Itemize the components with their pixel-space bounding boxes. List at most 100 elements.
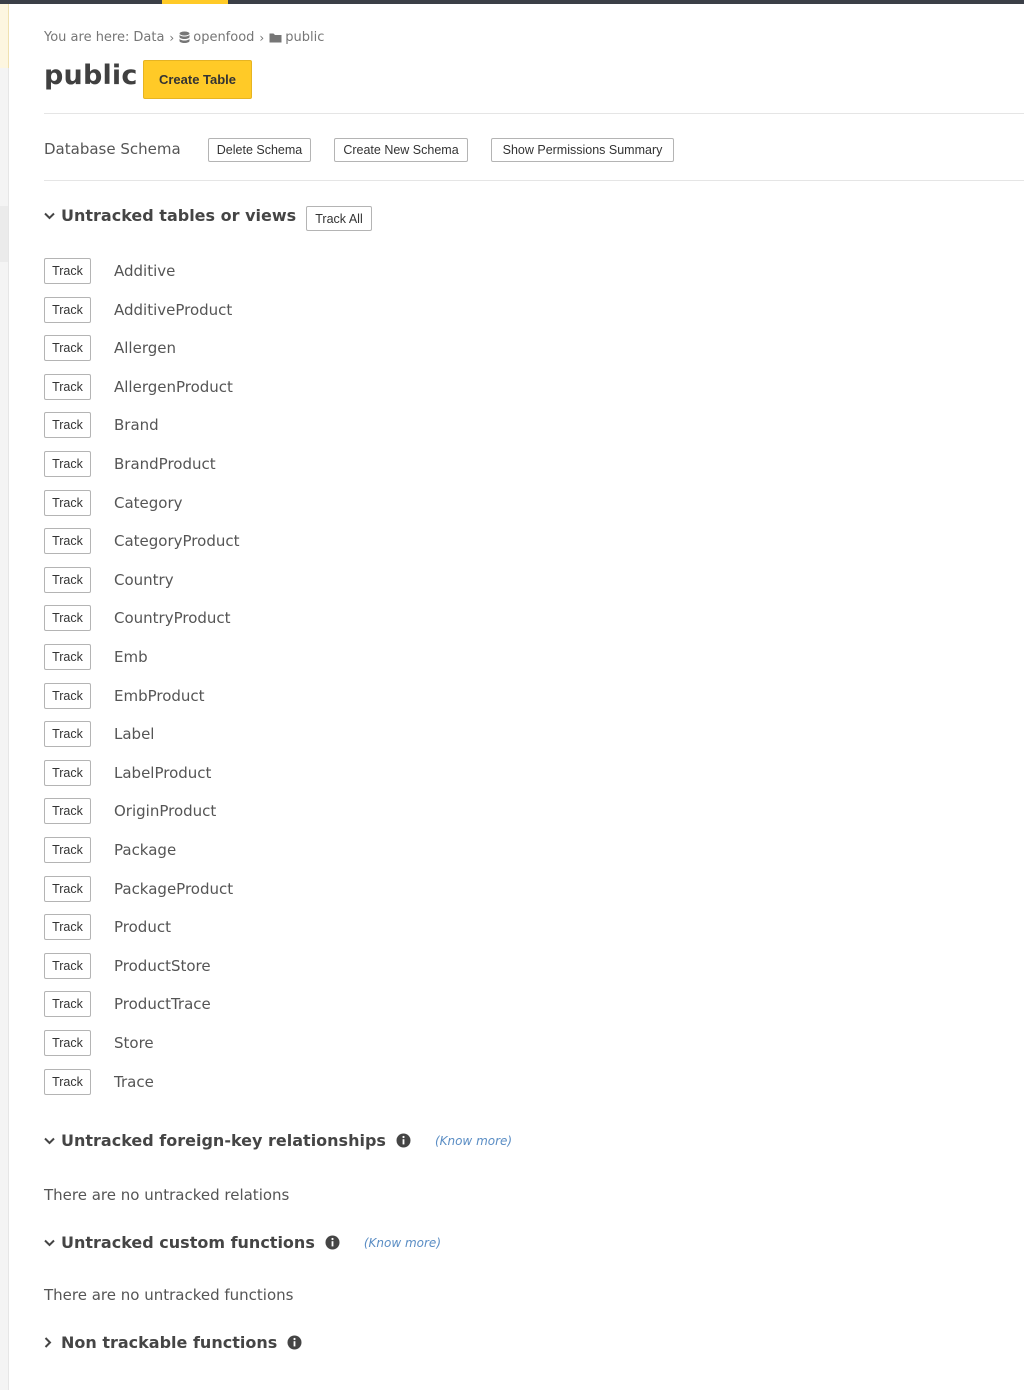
create-table-button[interactable]: Create Table	[143, 60, 252, 99]
table-row: Track BrandProduct	[44, 451, 216, 477]
table-row: Track Product	[44, 914, 171, 940]
table-row: Track ProductStore	[44, 953, 211, 979]
track-table-button[interactable]: Track	[44, 490, 91, 516]
untracked-relations-title: Untracked foreign-key relationships	[61, 1131, 386, 1150]
know-more-link[interactable]: (Know more)	[435, 1134, 512, 1148]
table-row: Track AllergenProduct	[44, 374, 233, 400]
track-table-button[interactable]: Track	[44, 953, 91, 979]
non-trackable-functions-title: Non trackable functions	[61, 1333, 278, 1352]
database-schema-label: Database Schema	[44, 140, 181, 158]
breadcrumb-separator-icon: ›	[259, 30, 265, 45]
divider	[44, 113, 1024, 114]
table-name: Trace	[114, 1073, 154, 1091]
table-name: PackageProduct	[114, 880, 234, 898]
chevron-right-icon	[44, 1337, 56, 1348]
sidebar-edge-highlight	[0, 4, 9, 68]
breadcrumb-data-link[interactable]: Data	[133, 30, 164, 45]
table-name: BrandProduct	[114, 455, 216, 473]
table-name: OriginProduct	[114, 802, 217, 820]
table-row: Track Label	[44, 721, 154, 747]
track-table-button[interactable]: Track	[44, 528, 91, 554]
track-table-button[interactable]: Track	[44, 567, 91, 593]
database-icon	[179, 31, 190, 44]
table-row: Track CountryProduct	[44, 605, 231, 631]
no-untracked-functions-message: There are no untracked functions	[44, 1286, 294, 1304]
breadcrumb: You are here: Data › openfood › public	[44, 30, 324, 45]
table-name: AdditiveProduct	[114, 301, 233, 319]
table-name: Package	[114, 841, 177, 859]
chevron-down-icon	[44, 1239, 56, 1247]
chevron-down-icon	[44, 212, 56, 220]
table-name: Emb	[114, 648, 148, 666]
track-table-button[interactable]: Track	[44, 721, 91, 747]
info-icon[interactable]	[287, 1335, 302, 1350]
know-more-link[interactable]: (Know more)	[364, 1236, 441, 1250]
table-name: Label	[114, 725, 155, 743]
track-table-button[interactable]: Track	[44, 876, 91, 902]
table-name: AllergenProduct	[114, 378, 233, 396]
table-name: CategoryProduct	[114, 532, 240, 550]
track-table-button[interactable]: Track	[44, 837, 91, 863]
top-nav-bar	[0, 0, 1024, 4]
table-name: Additive	[114, 262, 176, 280]
table-name: EmbProduct	[114, 687, 205, 705]
table-name: ProductTrace	[114, 995, 211, 1013]
track-table-button[interactable]: Track	[44, 297, 91, 323]
breadcrumb-separator-icon: ›	[169, 30, 175, 45]
untracked-functions-title: Untracked custom functions	[61, 1233, 315, 1252]
table-name: Product	[114, 918, 171, 936]
track-table-button[interactable]: Track	[44, 991, 91, 1017]
sidebar-edge-selected	[0, 206, 8, 262]
info-icon[interactable]	[396, 1133, 411, 1148]
track-table-button[interactable]: Track	[44, 1069, 91, 1095]
track-table-button[interactable]: Track	[44, 605, 91, 631]
table-row: Track LabelProduct	[44, 760, 211, 786]
table-row: Track Store	[44, 1030, 154, 1056]
table-name: Store	[114, 1034, 154, 1052]
breadcrumb-database-link[interactable]: openfood	[193, 30, 254, 45]
active-nav-indicator	[162, 0, 228, 4]
track-table-button[interactable]: Track	[44, 760, 91, 786]
untracked-tables-header[interactable]: Untracked tables or views	[44, 206, 321, 225]
non-trackable-functions-header[interactable]: Non trackable functions	[44, 1333, 302, 1352]
create-new-schema-button[interactable]: Create New Schema	[334, 138, 468, 162]
breadcrumb-schema-link[interactable]: public	[285, 30, 324, 45]
chevron-down-icon	[44, 1137, 56, 1145]
track-table-button[interactable]: Track	[44, 412, 91, 438]
table-row: Track Package	[44, 837, 176, 863]
table-name: CountryProduct	[114, 609, 231, 627]
page-title: public	[44, 60, 138, 91]
track-table-button[interactable]: Track	[44, 683, 91, 709]
divider	[44, 180, 1024, 181]
track-table-button[interactable]: Track	[44, 798, 91, 824]
table-name: Brand	[114, 416, 159, 434]
table-row: Track ProductTrace	[44, 991, 211, 1017]
track-table-button[interactable]: Track	[44, 914, 91, 940]
table-row: Track OriginProduct	[44, 798, 216, 824]
track-table-button[interactable]: Track	[44, 451, 91, 477]
untracked-tables-title: Untracked tables or views	[61, 206, 297, 225]
table-name: LabelProduct	[114, 764, 212, 782]
table-row: Track Allergen	[44, 335, 176, 361]
track-table-button[interactable]: Track	[44, 644, 91, 670]
show-permissions-summary-button[interactable]: Show Permissions Summary	[491, 138, 674, 162]
untracked-relations-header[interactable]: Untracked foreign-key relationships (Kno…	[44, 1131, 512, 1150]
folder-icon	[269, 32, 282, 43]
table-name: Allergen	[114, 339, 176, 357]
table-row: Track Emb	[44, 644, 148, 670]
track-table-button[interactable]: Track	[44, 1030, 91, 1056]
track-table-button[interactable]: Track	[44, 335, 91, 361]
table-name: Country	[114, 571, 174, 589]
track-table-button[interactable]: Track	[44, 374, 91, 400]
track-table-button[interactable]: Track	[44, 258, 91, 284]
table-row: Track Country	[44, 567, 174, 593]
table-row: Track Trace	[44, 1069, 154, 1095]
table-name: ProductStore	[114, 957, 211, 975]
table-row: Track Additive	[44, 258, 175, 284]
delete-schema-button[interactable]: Delete Schema	[208, 138, 311, 162]
info-icon[interactable]	[325, 1235, 340, 1250]
breadcrumb-prefix: You are here:	[44, 30, 130, 45]
table-row: Track Category	[44, 490, 183, 516]
untracked-functions-header[interactable]: Untracked custom functions (Know more)	[44, 1233, 441, 1252]
track-all-button[interactable]: Track All	[306, 206, 372, 231]
